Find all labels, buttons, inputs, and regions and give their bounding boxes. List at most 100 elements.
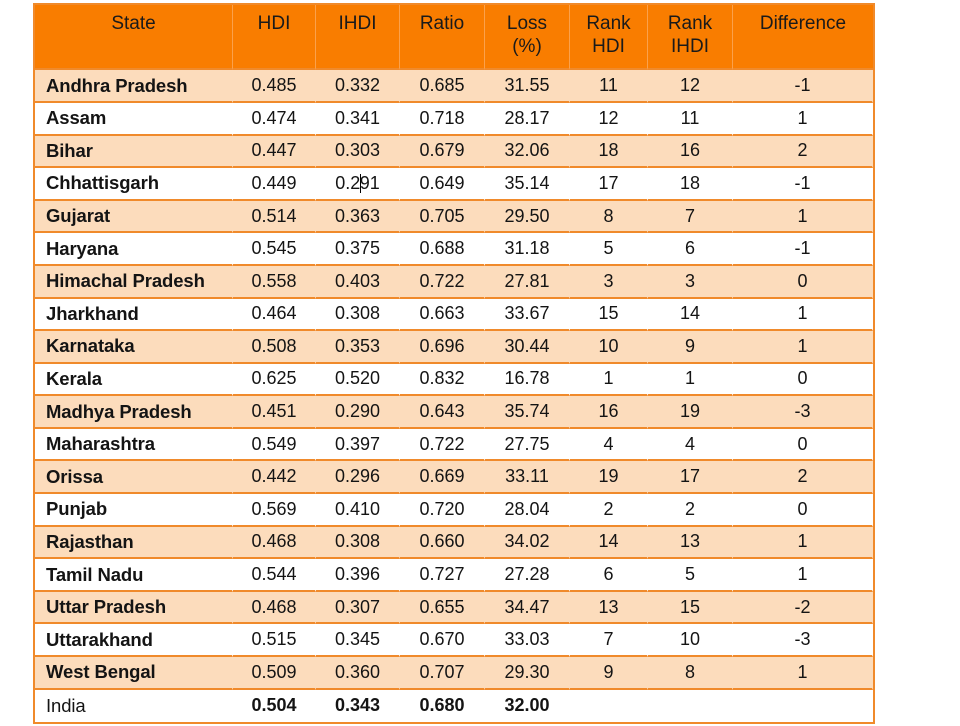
cell-rank_hdi[interactable]: 11 <box>570 70 648 103</box>
cell-ihdi[interactable]: 0.343 <box>316 689 400 723</box>
cell-ihdi[interactable]: 0.397 <box>316 428 400 462</box>
cell-hdi[interactable]: 0.451 <box>233 396 316 429</box>
table-row[interactable]: Andhra Pradesh 0.485 0.332 0.685 31.55 11 12 -1 <box>35 70 873 103</box>
cell-ihdi[interactable]: 0.353 <box>316 331 400 364</box>
cell-hdi[interactable]: 0.508 <box>233 331 316 364</box>
cell-ratio[interactable]: 0.680 <box>400 689 485 723</box>
table-row[interactable]: Madhya Pradesh 0.451 0.290 0.643 35.74 16 19 -3 <box>35 396 873 429</box>
column-header-rank_hdi[interactable]: Rank HDI <box>570 5 648 71</box>
cell-loss[interactable]: 34.02 <box>485 526 570 560</box>
cell-ihdi[interactable]: 0.307 <box>316 591 400 625</box>
table-row[interactable]: Kerala 0.625 0.520 0.832 16.78 1 1 0 <box>35 363 873 397</box>
table-row[interactable]: West Bengal 0.509 0.360 0.707 29.30 9 8 1 <box>35 657 873 690</box>
cell-rank_ihdi[interactable]: 14 <box>648 298 733 332</box>
cell-difference[interactable]: 0 <box>733 265 873 299</box>
column-header-state[interactable]: State <box>35 5 233 71</box>
cell-rank_ihdi[interactable]: 7 <box>648 200 733 234</box>
cell-rank_hdi[interactable]: 6 <box>570 559 648 592</box>
cell-hdi[interactable]: 0.474 <box>233 102 316 136</box>
cell-rank_hdi[interactable]: 9 <box>570 657 648 690</box>
column-header-loss[interactable]: Loss (%) <box>485 5 570 71</box>
cell-rank_hdi[interactable]: 5 <box>570 233 648 266</box>
cell-rank_ihdi[interactable] <box>648 689 733 723</box>
cell-loss[interactable]: 29.50 <box>485 200 570 234</box>
cell-state[interactable]: India <box>35 689 233 723</box>
cell-ihdi[interactable]: 0.303 <box>316 135 400 169</box>
table-row[interactable]: Gujarat 0.514 0.363 0.705 29.50 8 7 1 <box>35 200 873 234</box>
cell-rank_ihdi[interactable]: 12 <box>648 70 733 103</box>
cell-ratio[interactable]: 0.722 <box>400 265 485 299</box>
cell-rank_hdi[interactable]: 1 <box>570 363 648 397</box>
cell-ihdi[interactable]: 0.290 <box>316 396 400 429</box>
cell-ratio[interactable]: 0.649 <box>400 168 485 201</box>
cell-state[interactable]: Kerala <box>35 363 233 397</box>
cell-rank_hdi[interactable]: 7 <box>570 624 648 658</box>
cell-loss[interactable]: 27.75 <box>485 428 570 462</box>
cell-rank_ihdi[interactable]: 13 <box>648 526 733 560</box>
cell-rank_hdi[interactable]: 2 <box>570 494 648 527</box>
column-header-difference[interactable]: Difference <box>733 5 873 71</box>
cell-rank_hdi[interactable]: 4 <box>570 428 648 462</box>
cell-loss[interactable]: 27.81 <box>485 265 570 299</box>
cell-hdi[interactable]: 0.558 <box>233 265 316 299</box>
cell-hdi[interactable]: 0.464 <box>233 298 316 332</box>
cell-rank_hdi[interactable]: 8 <box>570 200 648 234</box>
cell-hdi[interactable]: 0.549 <box>233 428 316 462</box>
cell-loss[interactable]: 34.47 <box>485 591 570 625</box>
table-row[interactable]: Orissa 0.442 0.296 0.669 33.11 19 17 2 <box>35 461 873 495</box>
cell-hdi[interactable]: 0.468 <box>233 526 316 560</box>
cell-state[interactable]: Assam <box>35 102 233 136</box>
cell-rank_ihdi[interactable]: 17 <box>648 461 733 495</box>
cell-ratio[interactable]: 0.670 <box>400 624 485 658</box>
cell-ratio[interactable]: 0.720 <box>400 494 485 527</box>
cell-difference[interactable]: 0 <box>733 494 873 527</box>
column-header-ratio[interactable]: Ratio <box>400 5 485 71</box>
cell-state[interactable]: Chhattisgarh <box>35 168 233 201</box>
cell-rank_ihdi[interactable]: 6 <box>648 233 733 266</box>
cell-difference[interactable]: -1 <box>733 168 873 201</box>
cell-difference[interactable]: 1 <box>733 657 873 690</box>
cell-ihdi[interactable]: 0.396 <box>316 559 400 592</box>
cell-difference[interactable]: 1 <box>733 298 873 332</box>
cell-loss[interactable]: 27.28 <box>485 559 570 592</box>
cell-difference[interactable]: 2 <box>733 461 873 495</box>
cell-ratio[interactable]: 0.679 <box>400 135 485 169</box>
table-row[interactable]: Chhattisgarh 0.449 0.291 0.649 35.14 17 18 -1 <box>35 168 873 201</box>
cell-rank_hdi[interactable]: 14 <box>570 526 648 560</box>
cell-loss[interactable]: 28.17 <box>485 102 570 136</box>
column-header-hdi[interactable]: HDI <box>233 5 316 71</box>
table-row[interactable]: Punjab 0.569 0.410 0.720 28.04 2 2 0 <box>35 494 873 527</box>
cell-difference[interactable]: -1 <box>733 70 873 103</box>
cell-difference[interactable]: 1 <box>733 526 873 560</box>
cell-hdi[interactable]: 0.625 <box>233 363 316 397</box>
cell-ihdi[interactable]: 0.332 <box>316 70 400 103</box>
cell-state[interactable]: Gujarat <box>35 200 233 234</box>
cell-rank_ihdi[interactable]: 11 <box>648 102 733 136</box>
cell-ratio[interactable]: 0.727 <box>400 559 485 592</box>
cell-ratio[interactable]: 0.832 <box>400 363 485 397</box>
cell-loss[interactable]: 31.55 <box>485 70 570 103</box>
table-row[interactable]: Uttar Pradesh 0.468 0.307 0.655 34.47 13 15 -2 <box>35 591 873 625</box>
cell-rank_ihdi[interactable]: 4 <box>648 428 733 462</box>
table-row[interactable]: Tamil Nadu 0.544 0.396 0.727 27.28 6 5 1 <box>35 559 873 592</box>
cell-hdi[interactable]: 0.442 <box>233 461 316 495</box>
cell-rank_ihdi[interactable]: 9 <box>648 331 733 364</box>
cell-state[interactable]: Uttarakhand <box>35 624 233 658</box>
cell-state[interactable]: Tamil Nadu <box>35 559 233 592</box>
cell-loss[interactable]: 35.74 <box>485 396 570 429</box>
table-row[interactable]: Rajasthan 0.468 0.308 0.660 34.02 14 13 1 <box>35 526 873 560</box>
cell-rank_ihdi[interactable]: 2 <box>648 494 733 527</box>
cell-hdi[interactable]: 0.468 <box>233 591 316 625</box>
table-row[interactable]: Bihar 0.447 0.303 0.679 32.06 18 16 2 <box>35 135 873 169</box>
cell-difference[interactable]: 2 <box>733 135 873 169</box>
cell-loss[interactable]: 28.04 <box>485 494 570 527</box>
cell-loss[interactable]: 29.30 <box>485 657 570 690</box>
cell-state[interactable]: Madhya Pradesh <box>35 396 233 429</box>
cell-ratio[interactable]: 0.705 <box>400 200 485 234</box>
cell-ratio[interactable]: 0.655 <box>400 591 485 625</box>
cell-loss[interactable]: 32.06 <box>485 135 570 169</box>
cell-state[interactable]: Punjab <box>35 494 233 527</box>
cell-difference[interactable]: -2 <box>733 591 873 625</box>
cell-difference[interactable]: 1 <box>733 331 873 364</box>
cell-rank_ihdi[interactable]: 16 <box>648 135 733 169</box>
